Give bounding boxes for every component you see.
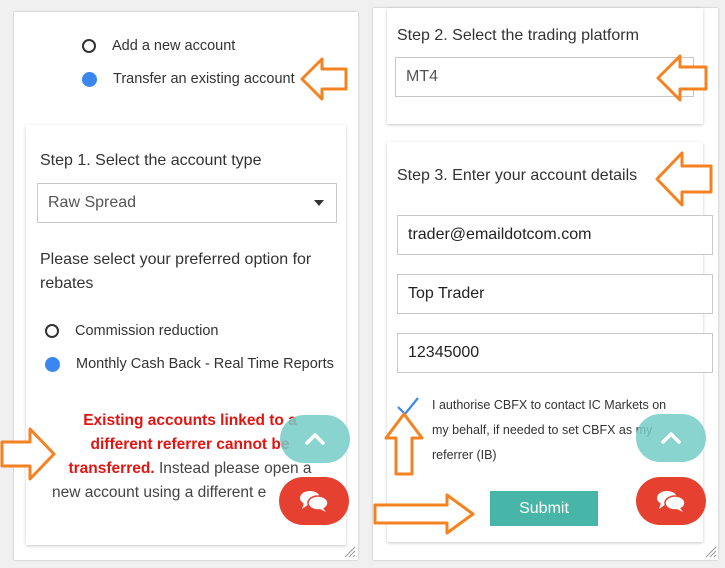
chevron-up-icon [661, 432, 681, 444]
radio-label: Transfer an existing account [113, 71, 295, 87]
arrow-left-icon [656, 54, 708, 102]
scroll-up-button[interactable] [636, 414, 706, 462]
name-field[interactable]: Top Trader [397, 274, 713, 314]
account-type-select[interactable]: Raw Spread [37, 183, 337, 223]
rebate-prompt-line1: Please select your preferred option for [40, 251, 312, 268]
radio-unselected-icon [82, 39, 96, 53]
submit-button[interactable]: Submit [490, 491, 598, 526]
warning-red-line1: Existing accounts linked to a [83, 412, 297, 429]
platform-value: MT4 [406, 68, 438, 85]
resize-grip-icon[interactable] [344, 546, 356, 558]
warning-rest-line3: Instead please open a [154, 460, 312, 477]
chat-button[interactable] [636, 477, 706, 525]
chat-bubbles-icon [300, 491, 329, 512]
account-number-field[interactable]: 12345000 [397, 333, 713, 373]
chevron-up-icon [305, 433, 325, 445]
step1-title: Step 1. Select the account type [40, 152, 262, 169]
radio-commission-reduction[interactable]: Commission reduction [45, 323, 218, 339]
name-value: Top Trader [408, 285, 485, 302]
radio-label: Monthly Cash Back - Real Time Reports [76, 356, 334, 372]
email-field[interactable]: trader@emaildotcom.com [397, 215, 713, 255]
resize-grip-icon[interactable] [705, 546, 717, 558]
account-type-value: Raw Spread [48, 194, 137, 211]
radio-selected-icon [45, 356, 60, 372]
radio-selected-icon [82, 71, 97, 87]
radio-label: Add a new account [112, 38, 236, 54]
radio-monthly-cash-back[interactable]: Monthly Cash Back - Real Time Reports [45, 356, 334, 372]
platform-select[interactable]: MT4 [395, 57, 694, 97]
arrow-up-icon [384, 412, 424, 476]
arrow-left-icon [300, 57, 348, 101]
step3-title: Step 3. Enter your account details [397, 167, 638, 184]
chat-bubbles-icon [657, 491, 686, 512]
arrow-right-icon [0, 427, 56, 481]
warning-rest-line4: new account using a different e [52, 484, 267, 501]
warning-red-line2: different referrer cannot be [90, 436, 290, 453]
radio-label: Commission reduction [75, 323, 219, 339]
arrow-left-icon [655, 151, 713, 207]
radio-unselected-icon [45, 324, 59, 338]
email-value: trader@emaildotcom.com [408, 226, 592, 243]
step2-title: Step 2. Select the trading platform [397, 27, 639, 44]
rebate-prompt: Please select your preferred option for … [40, 248, 340, 296]
rebate-prompt-line2: rebates [40, 275, 94, 292]
scroll-up-button[interactable] [280, 415, 350, 463]
chat-button[interactable] [279, 477, 349, 525]
radio-transfer-existing-account[interactable]: Transfer an existing account [82, 71, 295, 87]
warning-red-line3: transferred. [68, 460, 155, 477]
radio-add-new-account[interactable]: Add a new account [82, 38, 235, 54]
caret-down-icon [314, 200, 324, 206]
arrow-right-icon [373, 493, 475, 535]
account-number-value: 12345000 [408, 344, 480, 361]
